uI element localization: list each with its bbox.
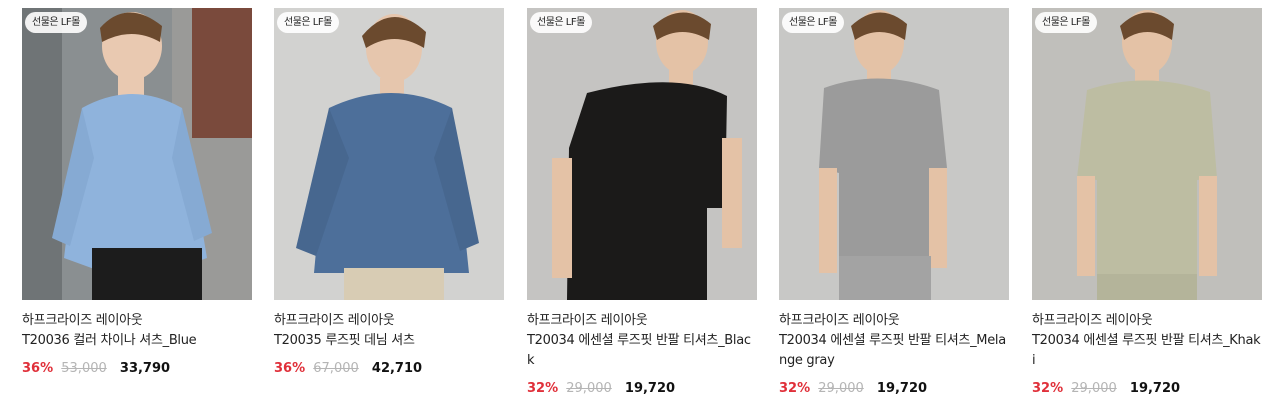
product-image[interactable]: 선물은 LF몰: [527, 8, 757, 300]
promo-badge: 선물은 LF몰: [530, 12, 592, 33]
discount-rate: 32%: [1032, 381, 1064, 396]
product-brand[interactable]: 하프크라이즈 레이아웃: [527, 311, 757, 331]
product-card[interactable]: 선물은 LF몰 하프크라이즈 레이아웃 T20034 에센셜 루즈핏 반팔 티셔…: [527, 8, 757, 398]
product-grid: 선물은 LF몰 하프크라이즈 레이아웃 T20036 컬러 차이나 셔츠_Blu…: [0, 0, 1277, 413]
sale-price: 33,790: [119, 361, 171, 376]
discount-rate: 32%: [527, 381, 559, 396]
price-row: 32% 29,000 19,720: [527, 380, 757, 398]
original-price: 29,000: [818, 381, 864, 396]
promo-badge: 선물은 LF몰: [25, 12, 87, 33]
original-price: 29,000: [566, 381, 612, 396]
original-price: 67,000: [313, 361, 359, 376]
original-price: 29,000: [1071, 381, 1117, 396]
discount-rate: 32%: [779, 381, 811, 396]
product-image[interactable]: 선물은 LF몰: [22, 8, 252, 300]
product-name[interactable]: T20034 에센셜 루즈핏 반팔 티셔츠_Melange gray: [779, 331, 1009, 371]
sale-price: 19,720: [624, 381, 676, 396]
original-price: 53,000: [61, 361, 107, 376]
product-name[interactable]: T20036 컬러 차이나 셔츠_Blue: [22, 331, 252, 351]
product-photo: [779, 8, 1009, 300]
promo-badge: 선물은 LF몰: [782, 12, 844, 33]
product-image[interactable]: 선물은 LF몰: [779, 8, 1009, 300]
product-photo: [274, 8, 504, 300]
product-card[interactable]: 선물은 LF몰 하프크라이즈 레이아웃 T20036 컬러 차이나 셔츠_Blu…: [22, 8, 252, 378]
product-card[interactable]: 선물은 LF몰 하프크라이즈 레이아웃 T20034 에센셜 루즈핏 반팔 티셔…: [779, 8, 1009, 398]
product-name[interactable]: T20035 루즈핏 데님 셔츠: [274, 331, 504, 351]
discount-rate: 36%: [22, 361, 54, 376]
product-name[interactable]: T20034 에센셜 루즈핏 반팔 티셔츠_Khaki: [1032, 331, 1262, 371]
promo-badge: 선물은 LF몰: [277, 12, 339, 33]
product-image[interactable]: 선물은 LF몰: [1032, 8, 1262, 300]
promo-badge: 선물은 LF몰: [1035, 12, 1097, 33]
sale-price: 19,720: [876, 381, 928, 396]
product-photo: [22, 8, 252, 300]
discount-rate: 36%: [274, 361, 306, 376]
sale-price: 42,710: [371, 361, 423, 376]
price-row: 36% 53,000 33,790: [22, 360, 252, 378]
product-image[interactable]: 선물은 LF몰: [274, 8, 504, 300]
product-brand[interactable]: 하프크라이즈 레이아웃: [779, 311, 1009, 331]
product-brand[interactable]: 하프크라이즈 레이아웃: [274, 311, 504, 331]
sale-price: 19,720: [1129, 381, 1181, 396]
product-photo: [1032, 8, 1262, 300]
product-name[interactable]: T20034 에센셜 루즈핏 반팔 티셔츠_Black: [527, 331, 757, 371]
price-row: 32% 29,000 19,720: [779, 380, 1009, 398]
price-row: 32% 29,000 19,720: [1032, 380, 1262, 398]
product-photo: [527, 8, 757, 300]
product-card[interactable]: 선물은 LF몰 하프크라이즈 레이아웃 T20034 에센셜 루즈핏 반팔 티셔…: [1032, 8, 1262, 398]
product-card[interactable]: 선물은 LF몰 하프크라이즈 레이아웃 T20035 루즈핏 데님 셔츠 36%…: [274, 8, 504, 378]
product-brand[interactable]: 하프크라이즈 레이아웃: [22, 311, 252, 331]
price-row: 36% 67,000 42,710: [274, 360, 504, 378]
product-brand[interactable]: 하프크라이즈 레이아웃: [1032, 311, 1262, 331]
